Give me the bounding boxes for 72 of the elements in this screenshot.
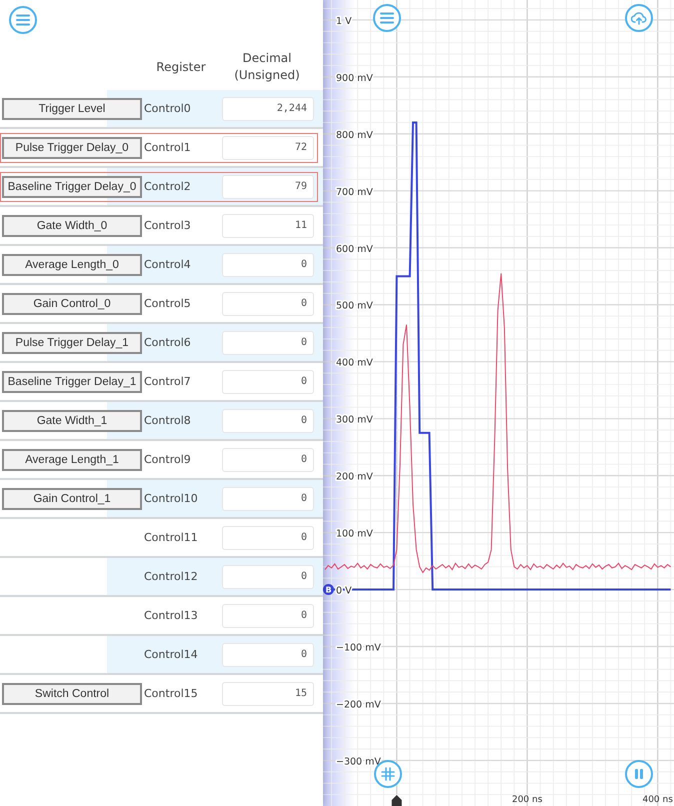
value-field[interactable]: 2,244 (222, 96, 314, 120)
register-name: Control9 (143, 453, 192, 466)
value-field[interactable]: 0 (222, 252, 314, 276)
value-field[interactable]: 0 (222, 330, 314, 354)
value-field[interactable]: 0 (222, 370, 314, 394)
y-tick-label: 500 mV (336, 300, 373, 312)
column-header: Decimal (Unsigned) (233, 50, 301, 84)
y-tick-label: 600 mV (336, 244, 373, 255)
value-field[interactable]: 0 (222, 564, 314, 588)
register-name: Control4 (143, 258, 192, 271)
register-name: Control0 (143, 102, 192, 115)
y-tick-label: 200 mV (336, 472, 373, 483)
value-field[interactable]: 0 (222, 604, 314, 628)
control-button[interactable]: Gain Control_0 (2, 292, 142, 314)
y-tick-label: −100 mV (336, 642, 381, 654)
trigger-marker-icon[interactable] (392, 795, 402, 806)
control-button[interactable]: Switch Control (2, 682, 142, 704)
register-name: Control15 (143, 687, 199, 700)
grid-icon (381, 767, 395, 781)
value-field[interactable]: 11 (222, 214, 314, 238)
pause-icon (633, 768, 645, 780)
register-name: Control5 (143, 297, 192, 310)
register-name: Control14 (143, 648, 199, 661)
y-tick-label: −200 mV (336, 699, 381, 710)
y-tick-label: 1 V (336, 16, 352, 27)
y-tick-label: 400 mV (336, 358, 373, 369)
cloud-upload-icon (631, 11, 647, 25)
y-tick-label: 700 mV (336, 186, 373, 198)
control-button[interactable]: Baseline Trigger Delay_0 (2, 176, 142, 198)
y-tick-label: 800 mV (336, 130, 373, 141)
column-header: Register (155, 58, 207, 76)
register-name: Control2 (143, 180, 192, 193)
value-field[interactable]: 15 (222, 682, 314, 706)
control-button[interactable]: Trigger Level (2, 98, 142, 120)
value-field[interactable]: 0 (222, 448, 314, 472)
y-tick-label: 300 mV (336, 414, 373, 426)
x-tick-label: 200 ns (512, 795, 542, 805)
pause-button[interactable] (625, 760, 653, 788)
register-name: Control13 (143, 609, 199, 622)
register-name: Control3 (143, 219, 192, 232)
x-tick-label: 400 ns (642, 795, 673, 805)
register-name: Control1 (143, 141, 192, 154)
y-tick-label: −300 mV (336, 756, 381, 768)
y-tick-label: 900 mV (336, 72, 373, 84)
menu-button[interactable] (373, 4, 401, 32)
y-tick-label: 100 mV (336, 528, 373, 540)
control-button[interactable]: Pulse Trigger Delay_1 (2, 332, 142, 354)
register-name: Control7 (143, 375, 192, 388)
control-button[interactable]: Gate Width_1 (2, 410, 142, 432)
menu-icon (380, 12, 394, 24)
register-name: Control11 (143, 531, 199, 544)
control-button[interactable]: Pulse Trigger Delay_0 (2, 136, 142, 158)
value-field[interactable]: 0 (222, 408, 314, 432)
value-field[interactable]: 0 (222, 642, 314, 666)
value-field[interactable]: 0 (222, 292, 314, 316)
control-button[interactable]: Average Length_0 (2, 254, 142, 276)
value-field[interactable]: 0 (222, 486, 314, 510)
menu-icon (16, 14, 30, 26)
control-button[interactable]: Gain Control_1 (2, 488, 142, 510)
register-name: Control8 (143, 414, 192, 427)
control-button[interactable]: Average Length_1 (2, 448, 142, 470)
value-field[interactable]: 0 (222, 526, 314, 550)
channel-marker[interactable]: B (323, 584, 334, 596)
control-button[interactable]: Baseline Trigger Delay_1 (2, 370, 142, 392)
value-field[interactable]: 72 (222, 136, 314, 160)
register-name: Control10 (143, 492, 199, 505)
upload-button[interactable] (625, 4, 653, 32)
control-button[interactable]: Gate Width_0 (2, 214, 142, 236)
menu-button[interactable] (9, 6, 37, 34)
value-field[interactable]: 79 (222, 174, 314, 198)
register-name: Control12 (143, 570, 199, 583)
register-name: Control6 (143, 336, 192, 349)
